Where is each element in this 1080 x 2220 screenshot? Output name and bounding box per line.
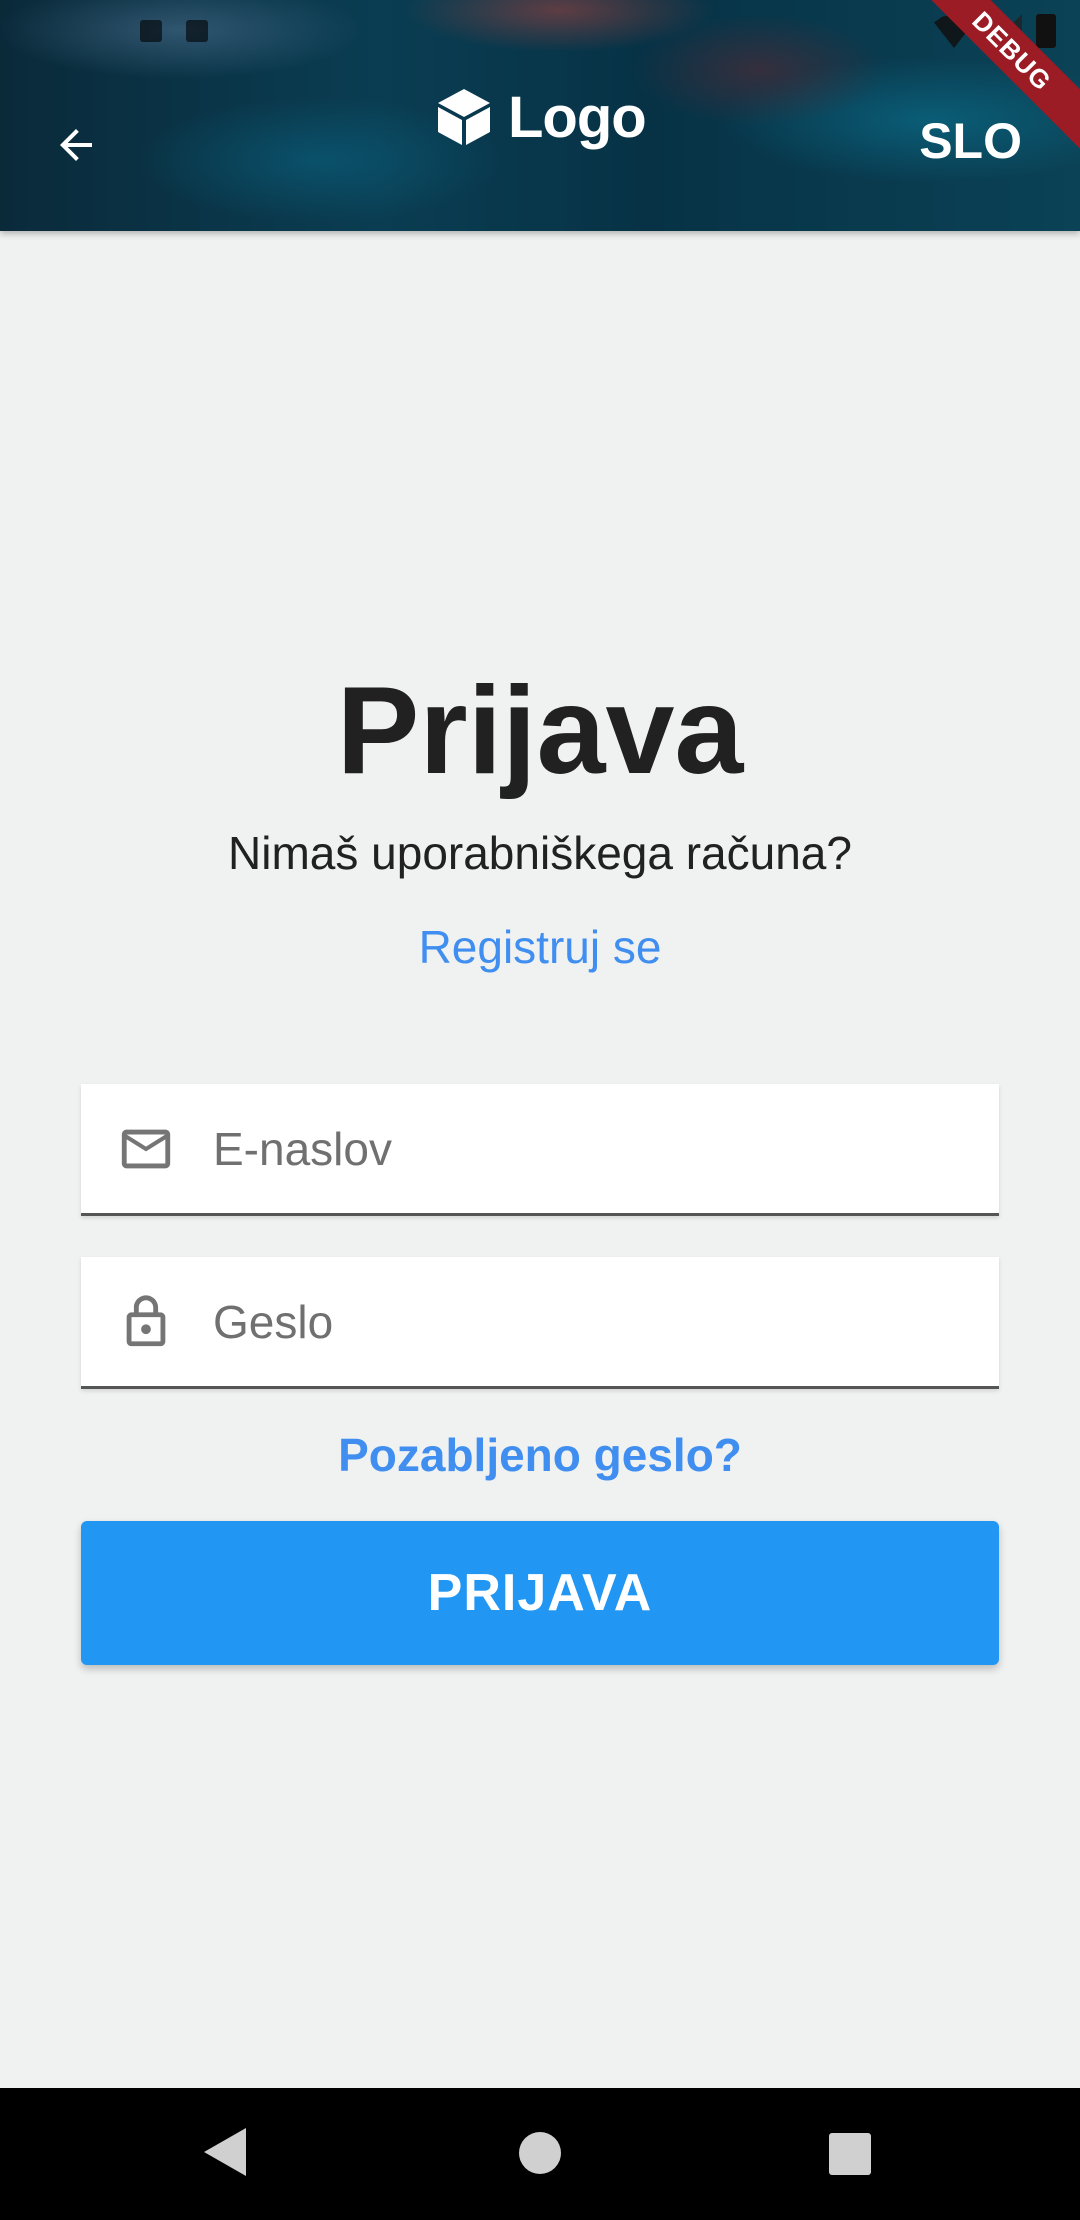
- app-logo: Logo: [436, 82, 647, 152]
- password-input[interactable]: [213, 1257, 973, 1386]
- cube-icon: [438, 89, 490, 145]
- battery-icon: [1036, 14, 1056, 48]
- system-nav-bar: [0, 2088, 1080, 2220]
- email-input[interactable]: [213, 1084, 973, 1213]
- back-button[interactable]: [44, 113, 108, 177]
- login-screen: Logo SLO DEBUG Prijava Nimaš uporabniške…: [0, 0, 1080, 2220]
- register-link[interactable]: Registruj se: [0, 920, 1080, 974]
- page-title: Prijava: [336, 662, 744, 800]
- mail-icon: [117, 1120, 175, 1178]
- language-selector[interactable]: SLO: [919, 112, 1022, 170]
- no-account-text: Nimaš uporabniškega računa?: [228, 827, 852, 879]
- app-bar: Logo SLO DEBUG: [0, 0, 1080, 231]
- nav-back-icon[interactable]: [204, 2128, 246, 2176]
- login-button[interactable]: PRIJAVA: [81, 1521, 999, 1665]
- status-notification-icons: [140, 20, 208, 42]
- notification-icon: [186, 20, 208, 42]
- email-field: [81, 1084, 999, 1216]
- logo-text: Logo: [508, 84, 647, 150]
- lock-icon: [117, 1293, 175, 1351]
- nav-recent-apps-icon[interactable]: [829, 2133, 871, 2175]
- status-bar: [0, 0, 1080, 64]
- password-field: [81, 1257, 999, 1389]
- forgot-password-link[interactable]: Pozabljeno geslo?: [0, 1428, 1080, 1482]
- arrow-left-icon: [60, 129, 92, 161]
- nav-home-icon[interactable]: [519, 2132, 561, 2174]
- notification-icon: [140, 20, 162, 42]
